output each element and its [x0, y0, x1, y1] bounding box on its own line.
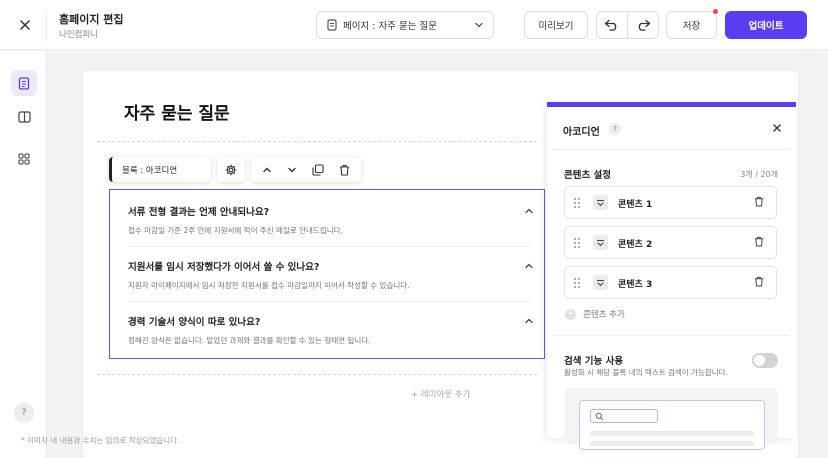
add-content-label: 콘텐츠 추가 [583, 310, 625, 320]
left-sidebar: ? [0, 51, 47, 458]
chevron-down-icon [475, 22, 483, 28]
block-type-label: 블록 : 아코디언 [109, 157, 211, 182]
accordion-question: 서류 전형 결과는 언제 안내되나요? [128, 207, 270, 218]
duplicate-block-button[interactable] [312, 163, 324, 176]
page-selector-label: 페이지 : 자주 묻는 질문 [343, 21, 437, 32]
disclaimer-text: * 이미지 내 내용과 수치는 임의로 작성되었습니다. [21, 436, 180, 445]
drag-handle-icon[interactable] [573, 237, 581, 249]
chevron-down-icon [597, 199, 604, 206]
panel-divider [553, 149, 790, 150]
page-selector[interactable]: 페이지 : 자주 묻는 질문 [316, 11, 494, 39]
search-icon [595, 412, 604, 421]
undo-icon [604, 19, 617, 31]
move-down-button[interactable] [287, 165, 297, 175]
close-icon[interactable] [772, 123, 782, 133]
update-button[interactable]: 업데이트 [725, 11, 807, 39]
add-layout-button[interactable]: + 레이아웃 추가 [411, 388, 470, 400]
copy-icon [312, 163, 324, 176]
page-heading: 자주 묻는 질문 [124, 104, 230, 124]
search-toggle[interactable] [752, 353, 778, 368]
accordion-item[interactable]: 지원서를 임시 저장했다가 이어서 쓸 수 있나요? 지원자 마이페이지에서 임… [128, 259, 533, 291]
trash-icon [339, 164, 349, 176]
redo-icon [638, 19, 651, 31]
save-button[interactable]: 저장 [666, 11, 717, 39]
search-feature-description: 활성화 시 해당 블록 내의 텍스트 검색이 가능합니다. [564, 368, 728, 377]
panel-help-icon[interactable]: ? [609, 123, 621, 135]
content-settings-title: 콘텐츠 설정 [564, 170, 612, 181]
expand-toggle[interactable] [593, 195, 608, 210]
arrow-down-icon [288, 167, 296, 172]
add-content-button[interactable]: + 콘텐츠 추가 [565, 308, 625, 320]
unsaved-indicator [713, 9, 718, 14]
sidebar-item-layout[interactable] [11, 104, 37, 130]
block-action-group [251, 157, 361, 182]
chevron-down-icon [597, 279, 604, 286]
move-up-button[interactable] [262, 165, 272, 175]
accordion-block[interactable]: 서류 전형 결과는 언제 안내되나요? 접수 마감일 기준 2주 안에 지원서에… [109, 189, 545, 359]
preview-search-field [590, 409, 658, 423]
preview-button[interactable]: 미리보기 [524, 11, 588, 39]
content-count: 3개 / 20개 [740, 170, 778, 179]
editor-title: 홈페이지 편집 [59, 13, 124, 26]
section-divider [97, 141, 537, 142]
close-editor-button[interactable] [14, 14, 36, 36]
chevron-up-icon[interactable] [524, 261, 534, 271]
accordion-answer: 지원자 마이페이지에서 임시 저장한 지원서를 접수 마감일까지 이어서 작성할… [128, 281, 410, 290]
expand-toggle[interactable] [593, 235, 608, 250]
content-item-label: 콘텐츠 3 [618, 280, 653, 290]
company-name: 나인컴퍼니 [59, 30, 99, 40]
preview-placeholder-line [590, 431, 754, 436]
drag-handle-icon[interactable] [573, 277, 581, 289]
chevron-up-icon[interactable] [524, 316, 534, 326]
preview-placeholder-line [590, 441, 754, 446]
undo-button[interactable] [596, 11, 628, 39]
block-settings-panel: 아코디언 ? 콘텐츠 설정 3개 / 20개 콘텐츠 1 콘텐츠 2 콘텐츠 3… [547, 102, 796, 450]
close-icon [20, 20, 30, 30]
panel-divider [553, 335, 790, 336]
sidebar-item-blocks[interactable] [11, 146, 37, 172]
grid-icon [18, 153, 30, 165]
content-list-item[interactable]: 콘텐츠 3 [564, 266, 777, 299]
redo-button[interactable] [627, 11, 659, 39]
accordion-item[interactable]: 경력 기술서 양식이 따로 있나요? 정해진 양식은 없습니다. 맡았던 과제와… [128, 314, 533, 346]
delete-block-button[interactable] [339, 164, 350, 176]
arrow-up-icon [263, 167, 272, 172]
search-preview [564, 388, 778, 450]
accordion-item[interactable]: 서류 전형 결과는 언제 안내되나요? 접수 마감일 기준 2주 안에 지원서에… [128, 204, 533, 236]
page-icon [327, 19, 337, 31]
trash-icon[interactable] [754, 236, 764, 247]
content-item-label: 콘텐츠 1 [618, 200, 653, 210]
accordion-answer: 정해진 양식은 없습니다. 맡았던 과제와 결과를 확인할 수 있는 형태면 됩… [128, 336, 371, 345]
expand-toggle[interactable] [593, 275, 608, 290]
block-settings-button[interactable] [217, 157, 245, 182]
sidebar-item-pages[interactable] [11, 70, 37, 96]
plus-icon: + [565, 308, 576, 320]
layout-icon [17, 111, 31, 123]
panel-title: 아코디언 [563, 127, 600, 138]
gear-icon [225, 163, 237, 176]
content-list-item[interactable]: 콘텐츠 1 [564, 186, 777, 219]
drag-handle-icon[interactable] [573, 197, 581, 209]
section-divider [97, 374, 537, 375]
accordion-question: 경력 기술서 양식이 따로 있나요? [128, 317, 261, 328]
divider [46, 10, 47, 42]
chevron-down-icon [597, 239, 604, 246]
search-feature-title: 검색 기능 사용 [564, 356, 624, 367]
accordion-question: 지원서를 임시 저장했다가 이어서 쓸 수 있나요? [128, 262, 320, 273]
trash-icon[interactable] [754, 196, 764, 207]
accordion-answer: 접수 마감일 기준 2주 안에 지원서에 적어 주신 메일로 안내드립니다. [128, 226, 343, 235]
help-button[interactable]: ? [14, 403, 34, 423]
trash-icon[interactable] [754, 276, 764, 287]
content-list-item[interactable]: 콘텐츠 2 [564, 226, 777, 259]
search-preview-frame [579, 400, 765, 450]
accordion-divider [128, 246, 530, 247]
chevron-up-icon[interactable] [524, 206, 534, 216]
content-item-label: 콘텐츠 2 [618, 240, 653, 250]
pages-icon [18, 76, 30, 90]
top-bar: 홈페이지 편집 나인컴퍼니 페이지 : 자주 묻는 질문 미리보기 저장 업데이… [0, 0, 828, 50]
accordion-divider [128, 301, 530, 302]
